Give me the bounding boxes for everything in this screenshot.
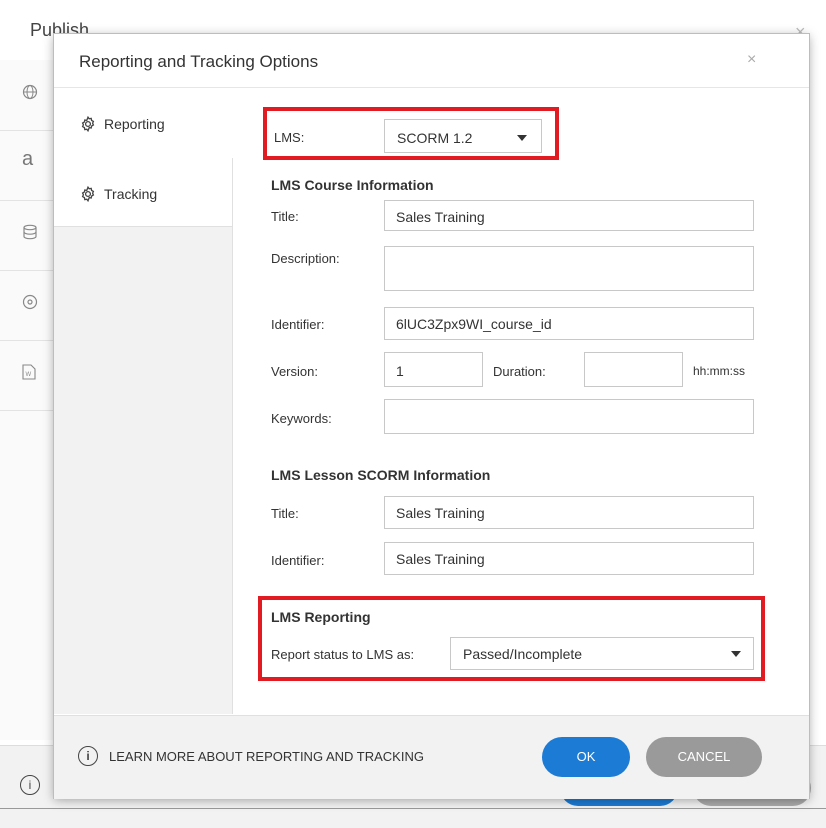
course-info-heading: LMS Course Information	[271, 177, 434, 193]
publish-sidebar-item-database[interactable]	[0, 200, 60, 271]
lesson-identifier-label: Identifier:	[271, 553, 325, 568]
lms-label: LMS:	[274, 130, 305, 145]
info-icon: i	[78, 746, 98, 766]
learn-more-link[interactable]: LEARN MORE ABOUT REPORTING AND TRACKING	[109, 749, 424, 764]
disc-icon	[22, 294, 38, 315]
chevron-down-icon	[517, 135, 527, 141]
sidebar-item-label: Tracking	[104, 186, 158, 202]
reporting-panel: LMS: SCORM 1.2 LMS Course Information Ti…	[232, 88, 809, 714]
database-icon	[22, 224, 38, 245]
course-duration-label: Duration:	[493, 364, 546, 379]
text-icon: a	[22, 148, 34, 170]
reporting-tracking-dialog: Reporting and Tracking Options × Reporti…	[54, 34, 809, 799]
course-title-input[interactable]: Sales Training	[384, 200, 754, 231]
report-status-value: Passed/Incomplete	[463, 646, 583, 662]
publish-info-icon[interactable]: i	[20, 775, 40, 795]
gear-icon	[80, 185, 96, 203]
publish-sidebar-item-cd[interactable]	[0, 270, 60, 341]
course-description-label: Description:	[271, 251, 340, 266]
course-identifier-input[interactable]: 6lUC3Zpx9WI_course_id	[384, 307, 754, 340]
course-duration-input[interactable]	[584, 352, 683, 387]
report-status-select[interactable]: Passed/Incomplete	[450, 637, 754, 670]
report-status-label: Report status to LMS as:	[271, 647, 415, 662]
gear-icon	[80, 115, 96, 133]
globe-icon	[22, 84, 38, 105]
course-version-input[interactable]: 1	[384, 352, 483, 387]
lesson-identifier-input[interactable]: Sales Training	[384, 542, 754, 575]
publish-bottom-border	[0, 808, 826, 809]
publish-sidebar-item-word[interactable]: W	[0, 340, 60, 411]
svg-text:W: W	[26, 372, 32, 378]
publish-sidebar-item-text[interactable]: a	[0, 130, 60, 201]
sidebar-item-label: Reporting	[104, 116, 165, 132]
chevron-down-icon	[731, 651, 741, 657]
dialog-header: Reporting and Tracking Options ×	[54, 34, 809, 88]
lesson-title-label: Title:	[271, 506, 299, 521]
dialog-footer: i LEARN MORE ABOUT REPORTING AND TRACKIN…	[54, 715, 809, 799]
lms-select-value: SCORM 1.2	[397, 130, 473, 146]
ok-button[interactable]: OK	[542, 737, 630, 777]
course-identifier-label: Identifier:	[271, 317, 325, 332]
dialog-sidebar: Reporting Tracking	[54, 88, 233, 714]
publish-sidebar-item-web[interactable]	[0, 60, 60, 131]
course-keywords-input[interactable]	[384, 399, 754, 434]
word-doc-icon: W	[22, 364, 36, 385]
dialog-close-icon[interactable]: ×	[747, 51, 756, 69]
sidebar-item-reporting[interactable]: Reporting	[54, 88, 233, 159]
lesson-info-heading: LMS Lesson SCORM Information	[271, 467, 491, 483]
course-description-input[interactable]	[384, 246, 754, 291]
course-version-label: Version:	[271, 364, 318, 379]
lesson-title-input[interactable]: Sales Training	[384, 496, 754, 529]
dialog-title: Reporting and Tracking Options	[79, 52, 319, 71]
sidebar-item-tracking[interactable]: Tracking	[54, 158, 232, 227]
duration-unit-label: hh:mm:ss	[693, 364, 746, 378]
course-keywords-label: Keywords:	[271, 411, 332, 426]
cancel-button[interactable]: CANCEL	[646, 737, 762, 777]
course-title-label: Title:	[271, 209, 299, 224]
publish-sidebar: a W	[0, 60, 61, 740]
lms-select[interactable]: SCORM 1.2	[384, 119, 542, 153]
reporting-heading: LMS Reporting	[271, 609, 371, 625]
